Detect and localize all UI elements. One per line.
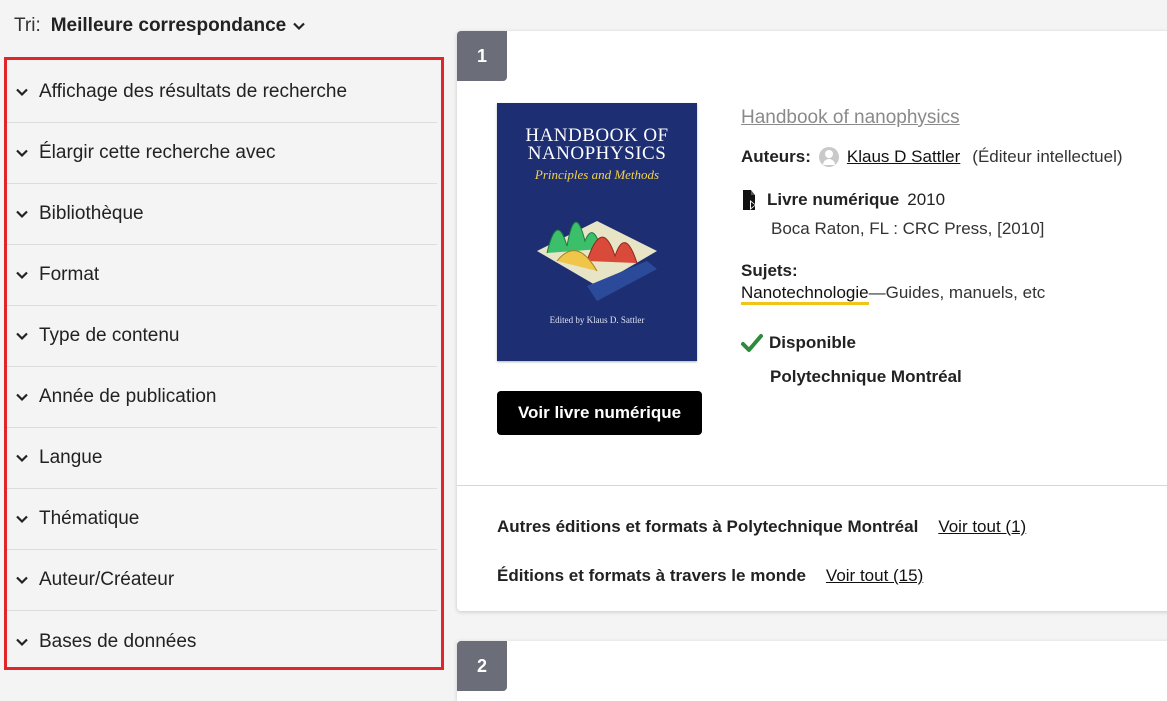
chevron-down-icon — [16, 454, 28, 463]
facet-databases[interactable]: Bases de données — [7, 611, 437, 672]
facet-label: Année de publication — [39, 386, 217, 407]
person-icon — [818, 147, 839, 167]
facet-label: Thématique — [39, 508, 140, 529]
result-number: 1 — [457, 31, 507, 81]
publication-info: Boca Raton, FL : CRC Press, [2010] — [771, 219, 1045, 238]
facet-label: Type de contenu — [39, 325, 180, 346]
facet-content-type[interactable]: Type de contenu — [7, 306, 437, 367]
availability-row: Disponible — [741, 333, 1161, 353]
editions-local-row: Autres éditions et formats à Polytechniq… — [497, 517, 1026, 537]
sort-bar: Tri: Meilleure correspondance — [14, 12, 306, 40]
library-name: Polytechnique Montréal — [770, 367, 962, 386]
cover-title: HANDBOOK OF NANOPHYSICS — [525, 125, 669, 164]
facets-panel: Affichage des résultats de recherche Éla… — [4, 57, 444, 670]
subject-link[interactable]: Nanotechnologie — [741, 283, 869, 305]
facet-author[interactable]: Auteur/Créateur — [7, 550, 437, 611]
ebook-icon — [743, 190, 756, 210]
authors-label: Auteurs: — [741, 147, 811, 166]
result-info: Handbook of nanophysics Auteurs: Klaus D… — [741, 107, 1161, 387]
editions-local-label: Autres éditions et formats à Polytechniq… — [497, 517, 919, 536]
subject-line: Nanotechnologie—Guides, manuels, etc — [741, 283, 1161, 305]
format-type: Livre numérique — [767, 190, 900, 209]
sort-dropdown[interactable]: Meilleure correspondance — [51, 15, 306, 37]
sort-label: Tri: — [14, 15, 41, 36]
chevron-down-icon — [16, 88, 28, 97]
editions-world-label: Éditions et formats à travers le monde — [497, 566, 806, 585]
facet-label: Élargir cette recherche avec — [39, 142, 276, 163]
facet-label: Bibliothèque — [39, 203, 144, 224]
facet-label: Format — [39, 264, 100, 285]
chevron-down-icon — [16, 576, 28, 585]
chevron-down-icon — [16, 271, 28, 280]
facet-subject[interactable]: Thématique — [7, 489, 437, 550]
divider — [457, 485, 1167, 486]
chevron-down-icon — [16, 149, 28, 158]
chevron-down-icon — [16, 393, 28, 402]
chevron-down-icon — [16, 638, 28, 646]
subjects-block: Sujets: Nanotechnologie—Guides, manuels,… — [741, 261, 1161, 305]
subjects-label: Sujets: — [741, 261, 798, 280]
chevron-down-icon — [293, 22, 305, 31]
book-cover-image[interactable]: HANDBOOK OF NANOPHYSICS Principles and M… — [497, 103, 697, 361]
facet-label: Auteur/Créateur — [39, 569, 175, 590]
publication-year: 2010 — [907, 190, 946, 209]
result-number: 2 — [457, 641, 507, 691]
facet-label: Langue — [39, 447, 103, 468]
facet-library[interactable]: Bibliothèque — [7, 184, 437, 245]
view-ebook-button[interactable]: Voir livre numérique — [497, 391, 702, 435]
result-title-link[interactable]: Handbook of nanophysics — [741, 107, 960, 129]
subject-rest: —Guides, manuels, etc — [868, 283, 1046, 302]
facet-format[interactable]: Format — [7, 245, 437, 306]
result-card: 2 — [457, 641, 1167, 701]
format-row: Livre numérique 2010 — [741, 189, 1161, 211]
facet-label: Affichage des résultats de recherche — [39, 81, 348, 102]
facet-expand-search[interactable]: Élargir cette recherche avec — [7, 123, 437, 184]
cover-graphic-icon — [537, 221, 657, 301]
facet-label: Bases de données — [39, 630, 197, 652]
editions-world-row: Éditions et formats à travers le monde V… — [497, 566, 923, 586]
editions-world-link[interactable]: Voir tout (15) — [826, 566, 923, 586]
chevron-down-icon — [16, 515, 28, 524]
authors-row: Auteurs: Klaus D Sattler (Éditeur intell… — [741, 147, 1161, 167]
facet-language[interactable]: Langue — [7, 428, 437, 489]
chevron-down-icon — [16, 332, 28, 341]
sort-value: Meilleure correspondance — [50, 15, 287, 36]
facet-display-results[interactable]: Affichage des résultats de recherche — [7, 62, 437, 123]
author-role: (Éditeur intellectuel) — [972, 147, 1123, 166]
result-card: 1 HANDBOOK OF NANOPHYSICS Principles and… — [457, 31, 1167, 611]
author-link[interactable]: Klaus D Sattler — [847, 147, 960, 167]
facet-publication-year[interactable]: Année de publication — [7, 367, 437, 428]
cover-editor: Edited by Klaus D. Sattler — [549, 315, 645, 325]
chevron-down-icon — [16, 210, 28, 219]
editions-local-link[interactable]: Voir tout (1) — [938, 517, 1026, 537]
check-icon — [741, 334, 763, 352]
availability-status: Disponible — [769, 333, 856, 352]
cover-subtitle: Principles and Methods — [534, 167, 660, 182]
